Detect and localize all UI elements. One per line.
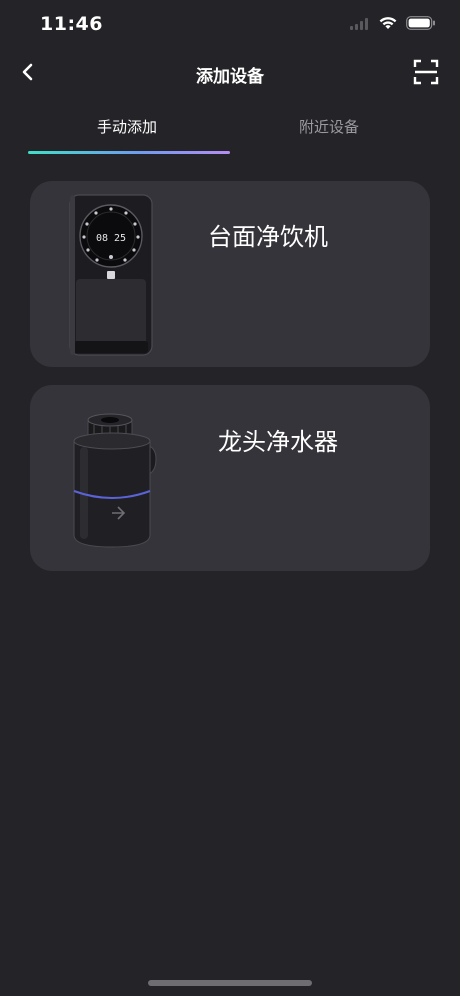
scan-icon [413,59,439,89]
battery-icon [406,15,436,34]
device-card-countertop-purifier[interactable]: 08 25 台面净饮机 [30,181,430,367]
tab-bar: 手动添加 附近设备 [0,104,460,156]
faucet-filter-image [58,395,168,561]
status-time: 11:46 [40,13,103,35]
countertop-purifier-image: 08 25 [58,191,168,357]
status-bar: 11:46 [0,0,460,50]
status-icons [350,15,436,34]
device-card-faucet-filter[interactable]: 龙头净水器 [30,385,430,571]
tab-nearby-devices[interactable]: 附近设备 [299,116,359,137]
device-display-text: 08 25 [96,233,126,244]
wifi-icon [378,15,398,34]
nav-bar: 添加设备 [0,52,460,96]
tab-active-indicator [28,151,230,154]
device-name-countertop-purifier: 台面净饮机 [208,223,328,251]
scan-button[interactable] [412,59,440,89]
page-title: 添加设备 [196,67,264,87]
signal-icon [350,15,370,34]
device-name-faucet-filter: 龙头净水器 [218,428,338,456]
home-indicator[interactable] [148,980,312,986]
tab-manual-add[interactable]: 手动添加 [97,116,157,137]
